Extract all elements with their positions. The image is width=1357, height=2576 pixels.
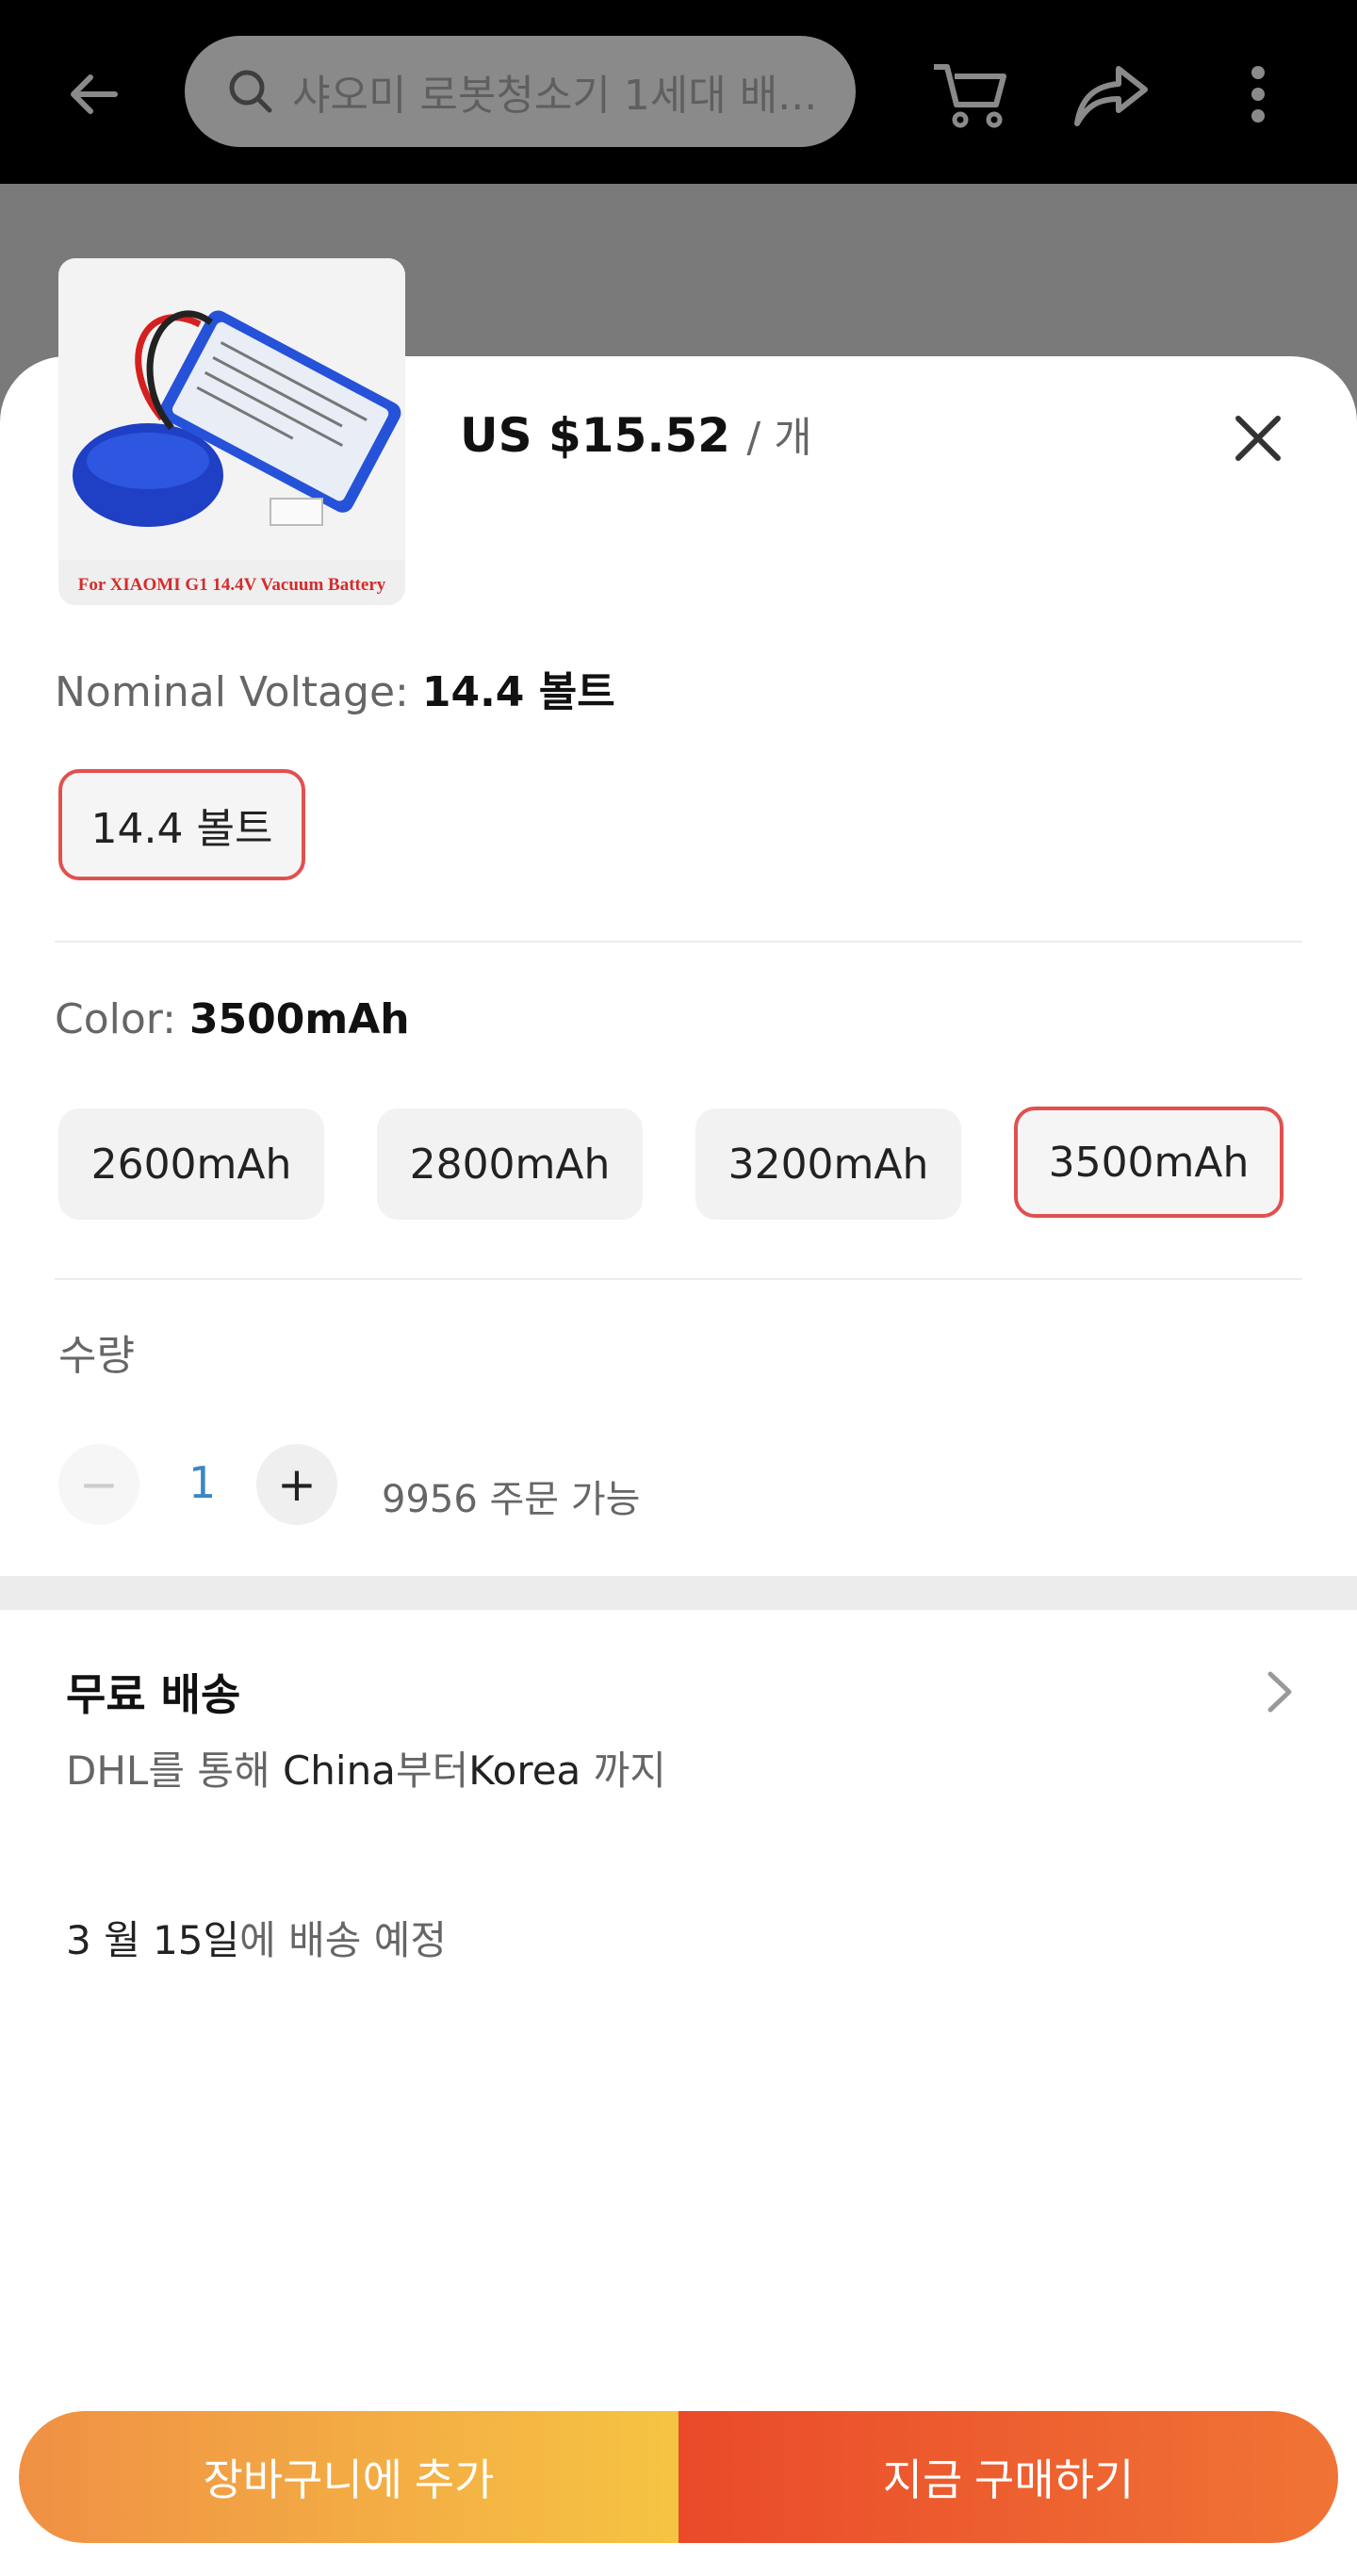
available-stock: 9956 주문 가능 bbox=[382, 1478, 641, 1521]
back-arrow-icon[interactable] bbox=[57, 57, 132, 132]
price-value: US $15.52 bbox=[460, 408, 730, 463]
divider bbox=[55, 941, 1302, 943]
color-label-text: Color: bbox=[55, 995, 176, 1043]
price-unit: / 개 bbox=[746, 414, 812, 462]
add-to-cart-button[interactable]: 장바구니에 추가 bbox=[19, 2411, 678, 2543]
divider bbox=[55, 1278, 1302, 1280]
search-input[interactable]: 샤오미 로봇청소기 1세대 배... bbox=[185, 36, 856, 147]
search-placeholder: 샤오미 로봇청소기 1세대 배... bbox=[292, 72, 818, 120]
section-separator bbox=[0, 1576, 1357, 1610]
buy-now-button[interactable]: 지금 구매하기 bbox=[678, 2411, 1338, 2543]
voltage-label-text: Nominal Voltage: bbox=[55, 668, 409, 716]
top-bar: 샤오미 로봇청소기 1세대 배... bbox=[0, 0, 1357, 184]
color-option-3200[interactable]: 3200mAh bbox=[695, 1108, 961, 1220]
product-image-caption: For XIAOMI G1 14.4V Vacuum Battery bbox=[77, 575, 386, 595]
shipping-from-suffix: 부터 bbox=[395, 1747, 469, 1794]
voltage-label: Nominal Voltage: 14.4 볼트 bbox=[55, 658, 615, 718]
chevron-right-icon[interactable] bbox=[1263, 1668, 1297, 1715]
color-label: Color: 3500mAh bbox=[55, 995, 410, 1043]
shipping-route: DHL를 통해 China부터Korea 까지 bbox=[66, 1739, 666, 1797]
quantity-decrease-button[interactable]: − bbox=[58, 1444, 139, 1525]
quantity-value[interactable]: 1 bbox=[188, 1457, 216, 1508]
color-option-2600[interactable]: 2600mAh bbox=[58, 1108, 324, 1220]
shipping-to: Korea bbox=[468, 1747, 581, 1794]
cart-icon[interactable] bbox=[924, 47, 1018, 141]
search-icon bbox=[229, 70, 272, 113]
product-price: US $15.52 / 개 bbox=[460, 403, 812, 464]
quantity-increase-button[interactable]: + bbox=[256, 1444, 337, 1525]
delivery-estimate: 3 월 15일에 배송 예정 bbox=[66, 1909, 447, 1966]
close-icon[interactable] bbox=[1225, 405, 1291, 471]
share-icon[interactable] bbox=[1065, 47, 1159, 141]
color-option-2800[interactable]: 2800mAh bbox=[377, 1108, 643, 1220]
eta-date: 3 월 15일 bbox=[66, 1917, 240, 1963]
shipping-title[interactable]: 무료 배송 bbox=[66, 1661, 240, 1723]
color-selected: 3500mAh bbox=[188, 995, 410, 1043]
quantity-label: 수량 bbox=[58, 1332, 135, 1380]
shipping-from: China bbox=[282, 1747, 396, 1794]
more-icon[interactable] bbox=[1225, 47, 1291, 141]
shipping-to-suffix: 까지 bbox=[580, 1747, 666, 1794]
shipping-via: DHL를 통해 bbox=[66, 1747, 283, 1794]
product-image: For XIAOMI G1 14.4V Vacuum Battery bbox=[58, 258, 405, 605]
voltage-option[interactable]: 14.4 볼트 bbox=[58, 769, 305, 880]
voltage-selected: 14.4 볼트 bbox=[421, 668, 615, 716]
eta-suffix: 에 배송 예정 bbox=[239, 1917, 448, 1963]
color-option-3500[interactable]: 3500mAh bbox=[1014, 1107, 1283, 1218]
